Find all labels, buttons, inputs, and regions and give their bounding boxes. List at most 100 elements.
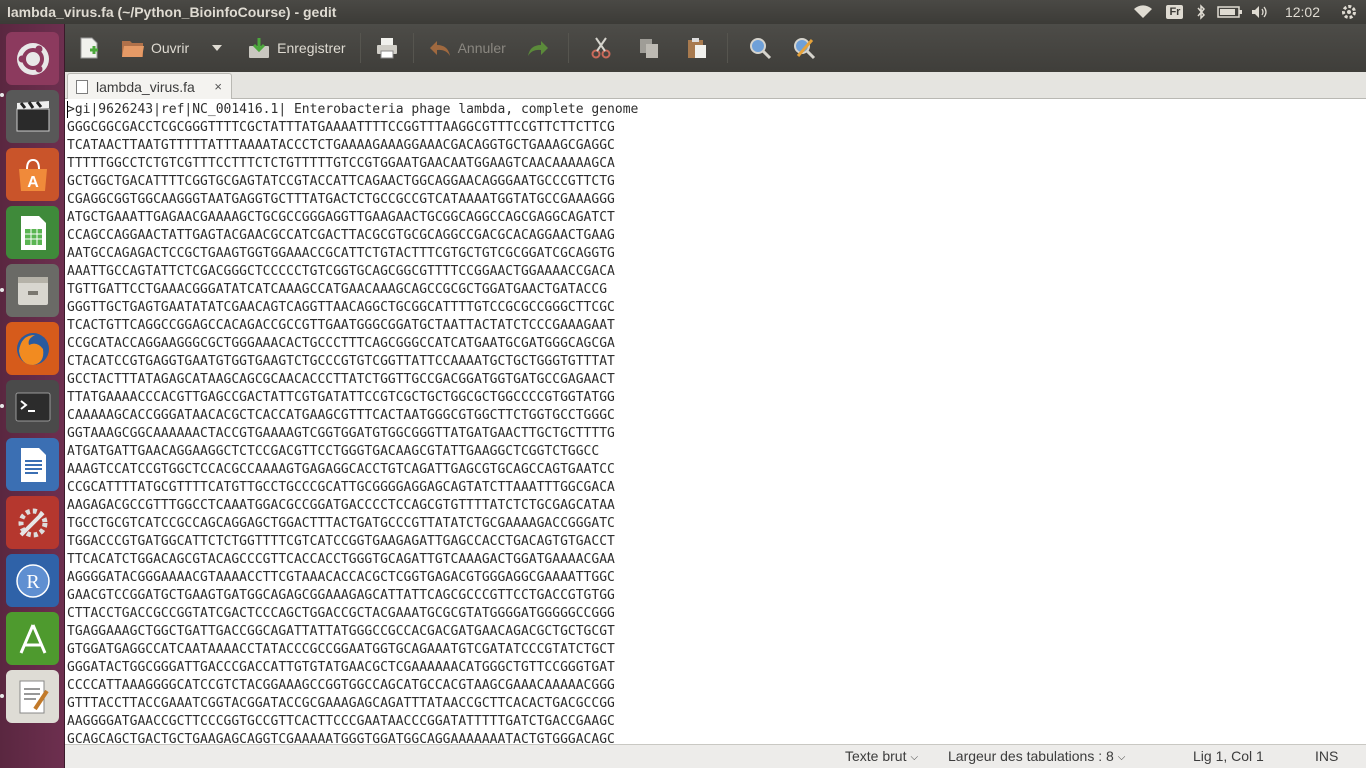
tab-label: lambda_virus.fa xyxy=(96,79,195,95)
text-line[interactable]: TTTTTGGCCTCTGTCGTTTCCTTTCTCTGTTTTTGTCCGT… xyxy=(67,155,638,173)
libreoffice-writer-icon[interactable] xyxy=(6,438,59,491)
svg-text:A: A xyxy=(27,174,39,191)
indicator-area: Fr 12:02 xyxy=(1125,0,1366,24)
files-icon[interactable] xyxy=(6,264,59,317)
toolbar-separator xyxy=(412,33,414,63)
folder-open-icon xyxy=(122,41,144,57)
libreoffice-calc-icon[interactable] xyxy=(6,206,59,259)
text-line[interactable]: GCCTACTTTATAGAGCATAAGCAGCGCAACACCCTTATCT… xyxy=(67,371,638,389)
print-button[interactable] xyxy=(369,28,405,68)
language-label: Texte brut xyxy=(845,748,907,764)
text-editor-area[interactable]: >gi|9626243|ref|NC_001416.1| Enterobacte… xyxy=(65,99,1366,744)
paste-button[interactable] xyxy=(679,28,715,68)
text-line[interactable]: CCCCATTAAAGGGGCATCCGTCTACGGAAAGCCGGTGGCC… xyxy=(67,677,638,695)
text-line[interactable]: GGTAAAGCGGCAAAAAACTACCGTGAAAAGTCGGTGGATG… xyxy=(67,425,638,443)
open-button[interactable]: Ouvrir xyxy=(115,28,195,68)
text-line[interactable]: TTATGAAAACCCACGTTGAGCCGACTATTCGTGATATTCC… xyxy=(67,389,638,407)
battery-icon[interactable] xyxy=(1213,0,1247,24)
new-document-button[interactable] xyxy=(71,28,107,68)
text-line[interactable]: CCGCATTTTATGCGTTTTCATGTTGCCTGCCCGCATTGCG… xyxy=(67,479,638,497)
text-line[interactable]: GGGTTGCTGAGTGAATATATCGAACAGTCAGGTTAACAGG… xyxy=(67,299,638,317)
toolbar-separator xyxy=(726,33,728,63)
firefox-icon[interactable] xyxy=(6,322,59,375)
text-line[interactable]: CCAGCCAGGAACTATTGAGTACGAACGCCATCGACTTACG… xyxy=(67,227,638,245)
open-label: Ouvrir xyxy=(151,40,190,56)
text-line[interactable]: ATGATGATTGAACAGGAAGGCTCTCCGACGTTCCTGGGTG… xyxy=(67,443,638,461)
chevron-down-icon xyxy=(212,45,223,51)
undo-button[interactable]: Annuler xyxy=(422,28,512,68)
text-line[interactable]: GTTTACCTTACCGAAATCGGTACGGATACCGCGAAAGAGC… xyxy=(67,695,638,713)
running-indicator xyxy=(0,93,5,97)
keyboard-layout-indicator[interactable]: Fr xyxy=(1161,0,1189,24)
search-button[interactable] xyxy=(742,28,778,68)
text-line[interactable]: TGCCTGCGTCATCCGCCAGCAGGAGCTGGACTTTACTGAT… xyxy=(67,515,638,533)
cursor-position: Lig 1, Col 1 xyxy=(1193,748,1264,764)
cut-button[interactable] xyxy=(583,28,619,68)
clock[interactable]: 12:02 xyxy=(1273,0,1332,24)
tab-lambda-virus[interactable]: lambda_virus.fa × xyxy=(67,73,232,100)
text-editor-icon[interactable] xyxy=(6,670,59,723)
text-line[interactable]: TCACTGTTCAGGCCGGAGCCACAGACCGCCGTTGAATGGG… xyxy=(67,317,638,335)
replace-button[interactable] xyxy=(786,28,822,68)
chevron-down-icon: ⌵ xyxy=(910,751,919,763)
text-line[interactable]: CCGCATACCAGGAAGGGCGCTGGGAAACACTGCCCTTTCA… xyxy=(67,335,638,353)
text-line[interactable]: CTTACCTGACCGCCGGTATCGACTCCCAGCTGGACCGCTA… xyxy=(67,605,638,623)
text-line[interactable]: GAACGTCCGGATGCTGAAGTGATGGCAGAGCGGAAAGAGC… xyxy=(67,587,638,605)
text-line[interactable]: GCTGGCTGACATTTTCGGTGCGAGTATCCGTACCATTCAG… xyxy=(67,173,638,191)
tab-width-label: Largeur des tabulations : 8 xyxy=(948,748,1114,764)
text-line[interactable]: AAGGGGATGAACCGCTTCCCGGTGCCGTTCACTTCCCGAA… xyxy=(67,713,638,731)
text-line[interactable]: TGTTGATTCCTGAAACGGGATATCATCAAAGCCATGAACA… xyxy=(67,281,638,299)
language-selector[interactable]: Texte brut ⌵ xyxy=(845,748,918,764)
redo-button[interactable] xyxy=(520,28,556,68)
text-line[interactable]: TTCACATCTGGACAGCGTACAGCCCGTTCACCACCTGGGT… xyxy=(67,551,638,569)
bluetooth-icon[interactable] xyxy=(1189,0,1213,24)
status-bar: Texte brut ⌵ Largeur des tabulations : 8 ⌵… xyxy=(65,744,1366,768)
save-label: Enregistrer xyxy=(277,40,346,56)
open-recent-dropdown[interactable] xyxy=(205,28,229,68)
document-icon xyxy=(76,80,88,94)
text-line[interactable]: GTGGATGAGGCCATCAATAAAACCTATACCCGCCGGAATG… xyxy=(67,641,638,659)
text-cursor xyxy=(67,101,68,118)
document-text[interactable]: >gi|9626243|ref|NC_001416.1| Enterobacte… xyxy=(67,101,638,744)
undo-label: Annuler xyxy=(457,40,506,56)
rstudio-icon[interactable]: R xyxy=(6,554,59,607)
save-button[interactable]: Enregistrer xyxy=(241,28,351,68)
text-line[interactable]: TGAGGAAAGCTGGCTGATTGACCGGCAGATTATTATGGGC… xyxy=(67,623,638,641)
text-line[interactable]: CGAGGCGGTGGCAAGGGTAATGAGGTGCTTTATGACTCTG… xyxy=(67,191,638,209)
android-studio-icon[interactable] xyxy=(6,612,59,665)
tab-width-selector[interactable]: Largeur des tabulations : 8 ⌵ xyxy=(948,748,1125,764)
software-center-icon[interactable]: A xyxy=(6,148,59,201)
text-line[interactable]: GGGATACTGGCGGGATTGACCCGACCATTGTGTATGAACG… xyxy=(67,659,638,677)
text-line[interactable]: CTACATCCGTGAGGTGAATGTGGTGAAGTCTGCCCGTGTC… xyxy=(67,353,638,371)
top-panel: lambda_virus.fa (~/Python_BioinfoCourse)… xyxy=(0,0,1366,24)
power-gear-icon[interactable] xyxy=(1332,0,1366,24)
text-line[interactable]: AAATTGCCAGTATTCTCGACGGGCTCCCCCTGTCGGTGCA… xyxy=(67,263,638,281)
system-settings-icon[interactable] xyxy=(6,496,59,549)
running-indicator xyxy=(0,404,5,408)
text-line[interactable]: GCAGCAGCTGACTGCTGAAGAGCAGGTCGAAAAATGGGTG… xyxy=(67,731,638,744)
text-line[interactable]: TGGACCCGTGATGGCATTCTCTGGTTTTCGTCATCCGGTG… xyxy=(67,533,638,551)
rstudio-letter: R xyxy=(26,571,40,593)
close-tab-icon[interactable]: × xyxy=(214,79,222,94)
toolbar-separator xyxy=(567,33,569,63)
text-line[interactable]: AATGCCAGAGACTCCGCTGAAGTGGTGGAAACCGCATTCT… xyxy=(67,245,638,263)
running-indicator xyxy=(0,694,5,698)
wifi-icon[interactable] xyxy=(1125,0,1161,24)
text-line[interactable]: >gi|9626243|ref|NC_001416.1| Enterobacte… xyxy=(67,101,638,119)
text-line[interactable]: TCATAACTTAATGTTTTTATTTAAAATACCCTCTGAAAAG… xyxy=(67,137,638,155)
toolbar: Ouvrir Enregistrer Annuler xyxy=(65,24,1366,72)
text-line[interactable]: GGGCGGCGACCTCGCGGGTTTTCGCTATTTATGAAAATTT… xyxy=(67,119,638,137)
text-line[interactable]: ATGCTGAAATTGAGAACGAAAAGCTGCGCCGGGAGGTTGA… xyxy=(67,209,638,227)
text-line[interactable]: CAAAAAGCACCGGGATAACACGCTCACCATGAAGCGTTTC… xyxy=(67,407,638,425)
volume-icon[interactable] xyxy=(1247,0,1273,24)
insert-mode-indicator: INS xyxy=(1315,748,1339,764)
text-line[interactable]: AAAGTCCATCCGTGGCTCCACGCCAAAAGTGAGAGGCACC… xyxy=(67,461,638,479)
tab-bar: lambda_virus.fa × xyxy=(65,72,1366,100)
copy-button[interactable] xyxy=(631,28,667,68)
terminal-icon[interactable] xyxy=(6,380,59,433)
openshot-icon[interactable] xyxy=(6,90,59,143)
text-line[interactable]: AGGGGATACGGGAAAACGTAAAACCTTCGTAAACACCACG… xyxy=(67,569,638,587)
printer-icon xyxy=(376,38,397,59)
text-line[interactable]: AAGAGACGCCGTTTGGCCTCAAATGGACGCCGGATGACCC… xyxy=(67,497,638,515)
ubuntu-dash-icon[interactable] xyxy=(6,32,59,85)
